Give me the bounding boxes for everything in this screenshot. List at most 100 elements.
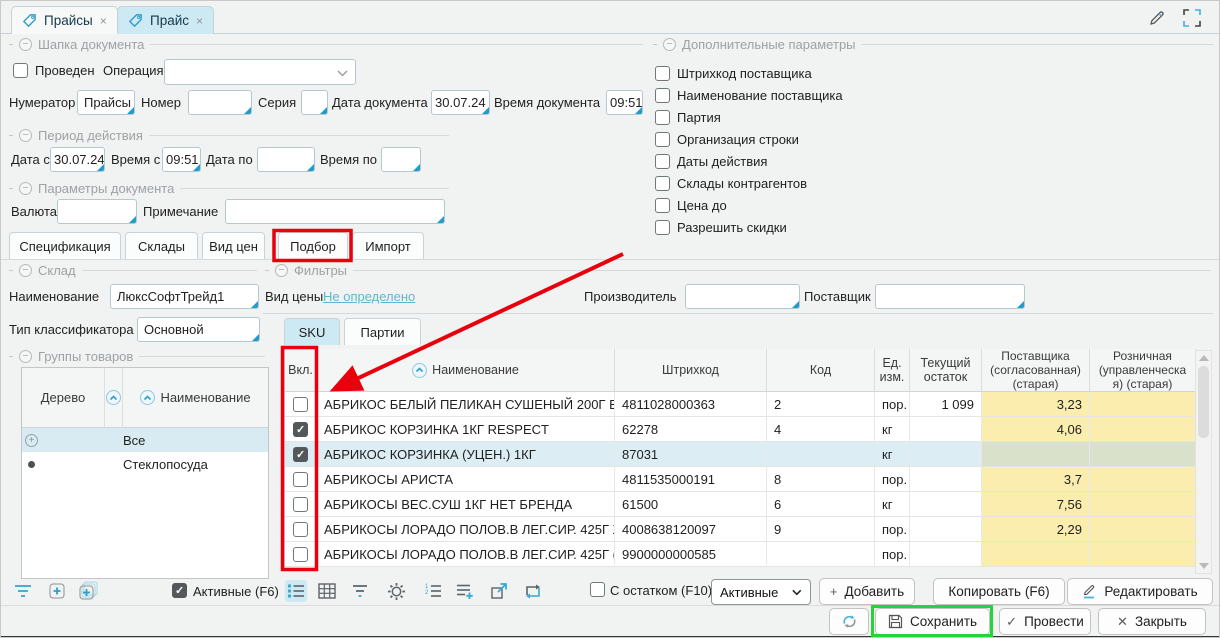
table-row[interactable]: АБРИКОСЫ ЛОРАДО ПОЛОВ.В ЛЕГ.СИР. 425Г (У… — [285, 542, 1195, 567]
close-button[interactable]: ✕ Закрыть — [1098, 608, 1206, 635]
posted-checkbox[interactable] — [13, 63, 28, 78]
param-checkbox[interactable] — [655, 220, 670, 235]
with-stock-checkbox[interactable] — [590, 582, 605, 597]
table-scrollbar[interactable] — [1195, 350, 1212, 574]
edit-pencil-icon[interactable] — [1147, 8, 1167, 33]
collapse-icon[interactable]: − — [19, 129, 32, 142]
doc-time-input[interactable]: 09:51 — [606, 90, 643, 115]
numerator-input[interactable]: Прайсы — [77, 90, 135, 115]
active-groups-checkbox[interactable] — [172, 583, 187, 598]
collapse-icon[interactable]: − — [19, 38, 32, 51]
col-unit[interactable]: Ед. изм. — [875, 349, 910, 392]
operation-select[interactable] — [164, 59, 356, 85]
col-retail-price[interactable]: Розничная (управленческа я) (старая) — [1090, 349, 1196, 392]
col-barcode[interactable]: Штрихкод — [615, 349, 767, 392]
row-checkbox[interactable] — [293, 522, 308, 537]
table-row[interactable]: АБРИКОС БЕЛЫЙ ПЕЛИКАН СУШЕНЫЙ 200Г БЕЛ48… — [285, 392, 1195, 417]
table-row[interactable]: АБРИКОСЫ АРИСТА4811535000191 8пор. 3,7 — [285, 467, 1195, 492]
tab-specification[interactable]: Спецификация — [9, 232, 121, 260]
list-view-icon[interactable] — [285, 580, 307, 602]
manufacturer-input[interactable] — [685, 284, 800, 309]
row-checkbox[interactable] — [293, 547, 308, 562]
currency-input[interactable] — [57, 199, 137, 224]
param-checkbox[interactable] — [655, 88, 670, 103]
collapse-icon[interactable]: − — [19, 350, 32, 363]
row-checkbox[interactable] — [293, 397, 308, 412]
swap-refresh-icon[interactable] — [522, 580, 544, 602]
collapse-icon[interactable]: − — [19, 264, 32, 277]
doc-date-input[interactable]: 30.07.24 — [431, 90, 490, 115]
note-input[interactable] — [225, 199, 445, 224]
time-to-input[interactable] — [381, 147, 421, 172]
post-button[interactable]: ✓ Провести — [999, 608, 1091, 635]
col-stock[interactable]: Текущий остаток — [910, 349, 982, 392]
date-to-input[interactable] — [257, 147, 315, 172]
table-row-selected[interactable]: АБРИКОС КОРЗИНКА (УЦЕН.) 1КГ87031 кг — [285, 442, 1195, 467]
col-supplier-price[interactable]: Поставщика (согласованная) (старая) — [982, 349, 1090, 392]
collapse-icon[interactable]: − — [275, 264, 288, 277]
scroll-down-icon[interactable] — [1199, 563, 1209, 569]
expand-plus-icon[interactable]: + — [25, 434, 38, 447]
table-row[interactable]: АБРИКОС КОРЗИНКА 1КГ RESPECT62278 4кг 4,… — [285, 417, 1195, 442]
row-checkbox[interactable] — [293, 447, 308, 462]
sort-asc-icon[interactable] — [412, 363, 427, 378]
add-to-list-icon[interactable] — [454, 580, 476, 602]
tab-partii[interactable]: Партии — [344, 318, 421, 345]
add-button[interactable]: + Добавить — [819, 578, 915, 605]
active-filter-dropdown[interactable]: Активные — [711, 579, 811, 605]
classifier-input[interactable]: Основной — [137, 317, 260, 342]
filter-icon[interactable] — [13, 583, 33, 604]
scroll-up-icon[interactable] — [1199, 355, 1209, 361]
fullscreen-icon[interactable] — [1182, 8, 1202, 33]
name-column-header[interactable]: Наименование — [123, 368, 268, 428]
number-input[interactable] — [188, 90, 252, 115]
param-checkbox[interactable] — [655, 110, 670, 125]
gear-icon[interactable] — [385, 580, 407, 602]
tree-row-steklo[interactable]: Стеклопосуда — [22, 452, 268, 476]
numbered-list-icon[interactable]: 12 — [422, 580, 444, 602]
param-checkbox[interactable] — [655, 132, 670, 147]
time-from-input[interactable]: 09:51 — [162, 147, 201, 172]
edit-button[interactable]: Редактировать — [1067, 578, 1213, 605]
scrollbar-thumb[interactable] — [1198, 366, 1209, 438]
tree-sort-header[interactable] — [105, 368, 123, 428]
supplier-input[interactable] — [875, 284, 1025, 309]
tab-praisy[interactable]: Прайсы × — [11, 6, 118, 34]
grid-view-icon[interactable] — [316, 580, 338, 602]
refresh-button[interactable] — [829, 608, 869, 635]
tree-column-header[interactable]: Дерево — [22, 368, 105, 428]
warehouse-name-input[interactable]: ЛюксСофтТрейд1 — [110, 284, 259, 309]
col-code[interactable]: Код — [767, 349, 875, 392]
copy-button[interactable]: Копировать (F6) — [933, 578, 1065, 605]
price-type-link[interactable]: Не определено — [323, 289, 415, 304]
table-row[interactable]: АБРИКОСЫ ВЕС.СУШ 1КГ НЕТ БРЕНДА61500 6кг… — [285, 492, 1195, 517]
col-name[interactable]: Наименование — [317, 349, 615, 392]
filter-icon[interactable] — [349, 580, 371, 602]
tab-sklady[interactable]: Склады — [125, 232, 198, 260]
tab-import[interactable]: Импорт — [352, 232, 424, 260]
collapse-icon[interactable]: − — [663, 38, 676, 51]
add-group-icon[interactable] — [47, 581, 67, 606]
tree-row-all[interactable]: + Все — [22, 428, 268, 452]
param-checkbox[interactable] — [655, 176, 670, 191]
param-checkbox[interactable] — [655, 198, 670, 213]
tab-vid-cen[interactable]: Вид цен — [202, 232, 265, 260]
row-checkbox[interactable] — [293, 497, 308, 512]
tab-sku[interactable]: SKU — [284, 318, 340, 345]
table-row[interactable]: АБРИКОСЫ ЛОРАДО ПОЛОВ.В ЛЕГ.СИР. 425Г Ж/… — [285, 517, 1195, 542]
row-checkbox[interactable] — [293, 472, 308, 487]
collapse-icon[interactable]: − — [19, 182, 32, 195]
col-vkl[interactable]: Вкл. — [285, 349, 317, 392]
open-external-icon[interactable] — [488, 580, 510, 602]
add-subgroup-icon[interactable] — [77, 581, 101, 606]
param-checkbox[interactable] — [655, 154, 670, 169]
date-from-input[interactable]: 30.07.24 — [50, 147, 105, 172]
series-input[interactable] — [301, 90, 328, 115]
save-button[interactable]: Сохранить — [875, 608, 990, 635]
param-checkbox[interactable] — [655, 66, 670, 81]
row-checkbox[interactable] — [293, 422, 308, 437]
close-icon[interactable]: × — [196, 14, 203, 28]
close-icon[interactable]: × — [100, 14, 107, 28]
tab-prais[interactable]: Прайс × — [117, 6, 214, 34]
sort-asc-icon[interactable] — [106, 390, 121, 405]
